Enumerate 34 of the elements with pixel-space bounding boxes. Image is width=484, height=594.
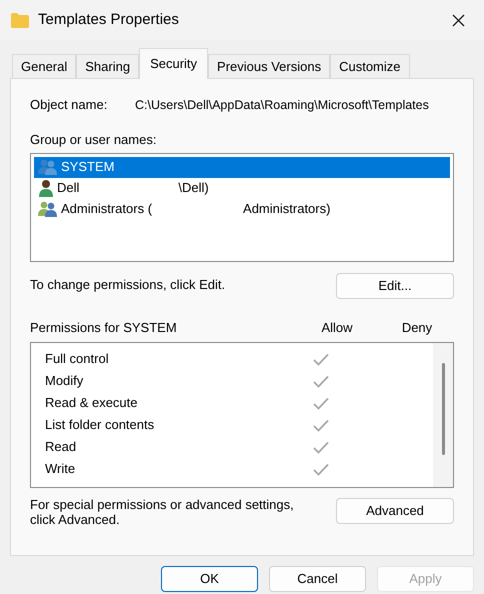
tab[interactable]: Previous Versions bbox=[208, 54, 330, 78]
permission-label: Read & execute bbox=[45, 394, 139, 412]
scrollbar-thumb[interactable] bbox=[442, 363, 444, 455]
list-item[interactable]: SYSTEM bbox=[34, 156, 450, 178]
permission-label: Full control bbox=[45, 350, 110, 368]
scrollbar[interactable] bbox=[433, 343, 453, 487]
object-name-label: Object name: bbox=[30, 96, 108, 114]
deny-header: Deny bbox=[400, 318, 434, 337]
permission-label: Modify bbox=[45, 372, 84, 390]
tab[interactable]: Security bbox=[139, 48, 208, 79]
advanced-hint: For special permissions or advanced settings, click Advanced. bbox=[30, 497, 295, 527]
window-title: Templates Properties bbox=[38, 10, 180, 30]
permission-label: Read bbox=[45, 438, 78, 456]
object-name-value: C:\Users\Dell\AppData\Roaming\Microsoft\Templates bbox=[135, 96, 429, 114]
users-icon bbox=[38, 159, 58, 175]
permissions-label: Permissions for SYSTEM bbox=[30, 318, 178, 336]
dialog-button[interactable]: OK bbox=[161, 566, 258, 592]
tab[interactable]: Customize bbox=[330, 54, 410, 78]
advanced-button[interactable]: Advanced bbox=[336, 498, 454, 524]
edit-hint: To change permissions, click Edit. bbox=[30, 276, 226, 294]
allow-header: Allow bbox=[320, 318, 354, 336]
user-icon bbox=[38, 179, 54, 197]
edit-button[interactable]: Edit... bbox=[336, 272, 454, 298]
close-icon bbox=[452, 14, 464, 26]
tab[interactable]: General bbox=[12, 54, 76, 78]
permission-label: List folder contents bbox=[45, 416, 156, 434]
dialog-button[interactable]: Cancel bbox=[269, 566, 366, 592]
list-item[interactable]: Dell \Dell) bbox=[34, 178, 450, 198]
group-list-label: Group or user names: bbox=[30, 131, 156, 149]
users-icon bbox=[38, 201, 58, 217]
folder-icon bbox=[11, 12, 29, 28]
list-item[interactable]: Administrators ( Administrators) bbox=[34, 198, 450, 220]
tab[interactable]: Sharing bbox=[76, 54, 140, 78]
permission-label: Write bbox=[45, 460, 76, 478]
